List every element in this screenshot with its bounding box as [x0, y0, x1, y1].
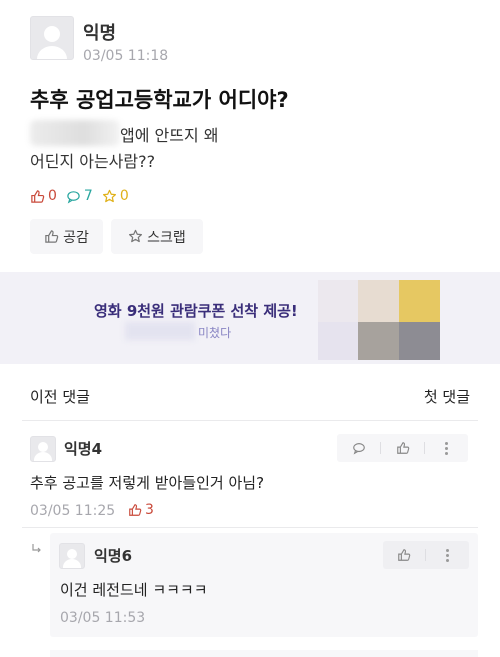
comment-icon [352, 443, 365, 455]
reply-more-options-button[interactable] [426, 541, 468, 569]
more-options-button[interactable] [425, 434, 468, 462]
thumbs-up-icon [398, 549, 411, 561]
ad-headline: 영화 9천원 관람쿠폰 선착 제공! [94, 302, 298, 320]
star-icon [102, 189, 117, 204]
ad-blur-left [125, 322, 195, 340]
comment-like-count-group: 3 [128, 502, 154, 518]
like-button[interactable]: 공감 [30, 219, 103, 254]
reply-action-bar [383, 541, 469, 569]
comment-author-avatar [30, 436, 56, 462]
thumbs-up-icon [129, 504, 142, 516]
comment-author-name: 익명4 [64, 440, 103, 458]
scrap-count: 0 [119, 188, 129, 204]
comment-timestamp: 03/05 11:25 [30, 503, 116, 519]
thumbs-up-icon [396, 442, 409, 454]
post-author-avatar [30, 16, 74, 60]
comment-text: 추후 공고를 저렇게 받아들인거 아님? [30, 474, 265, 492]
like-count: 0 [48, 188, 57, 204]
thumbs-up-icon [30, 189, 45, 204]
ad-subline: 미쳤다 [198, 326, 232, 340]
comment-action-bar [337, 434, 468, 462]
more-dots-icon [445, 548, 449, 562]
reply-like-button[interactable] [383, 541, 425, 569]
scrap-button[interactable]: 스크랩 [111, 219, 203, 254]
reply-author-avatar [59, 543, 85, 569]
more-dots-icon [445, 441, 448, 455]
post-timestamp: 03/05 11:18 [83, 48, 169, 64]
post-author-name: 익명 [83, 23, 117, 44]
first-comment-link[interactable]: 첫 댓글 [424, 386, 470, 407]
ad-mosaic-tile-yellow [399, 280, 440, 322]
scrap-button-label: 스크랩 [147, 229, 186, 246]
censored-text-blur [30, 120, 120, 146]
reply-button[interactable] [337, 434, 380, 462]
post-title: 추후 공업고등학교가 어디야? [30, 88, 289, 112]
post-body-line2: 어딘지 아는사람?? [30, 152, 156, 171]
comment-like-count: 3 [145, 502, 154, 518]
star-icon [129, 229, 143, 243]
thumbs-up-icon [45, 230, 59, 243]
comment-count: 7 [83, 188, 93, 204]
comment-like-button[interactable] [381, 434, 424, 462]
like-button-label: 공감 [63, 229, 89, 246]
reply-arrow-icon [31, 540, 41, 553]
comment-icon [66, 189, 81, 204]
reply-text: 이건 레전드네 ㅋㅋㅋㅋ [60, 581, 208, 599]
reply-timestamp: 03/05 11:53 [60, 610, 146, 626]
post-stats: 0 7 0 [30, 188, 129, 204]
reply-author-name: 익명6 [94, 547, 133, 565]
prev-comments-link[interactable]: 이전 댓글 [30, 386, 90, 407]
post-body-line1: 앱에 안뜨지 왜 [120, 126, 219, 145]
